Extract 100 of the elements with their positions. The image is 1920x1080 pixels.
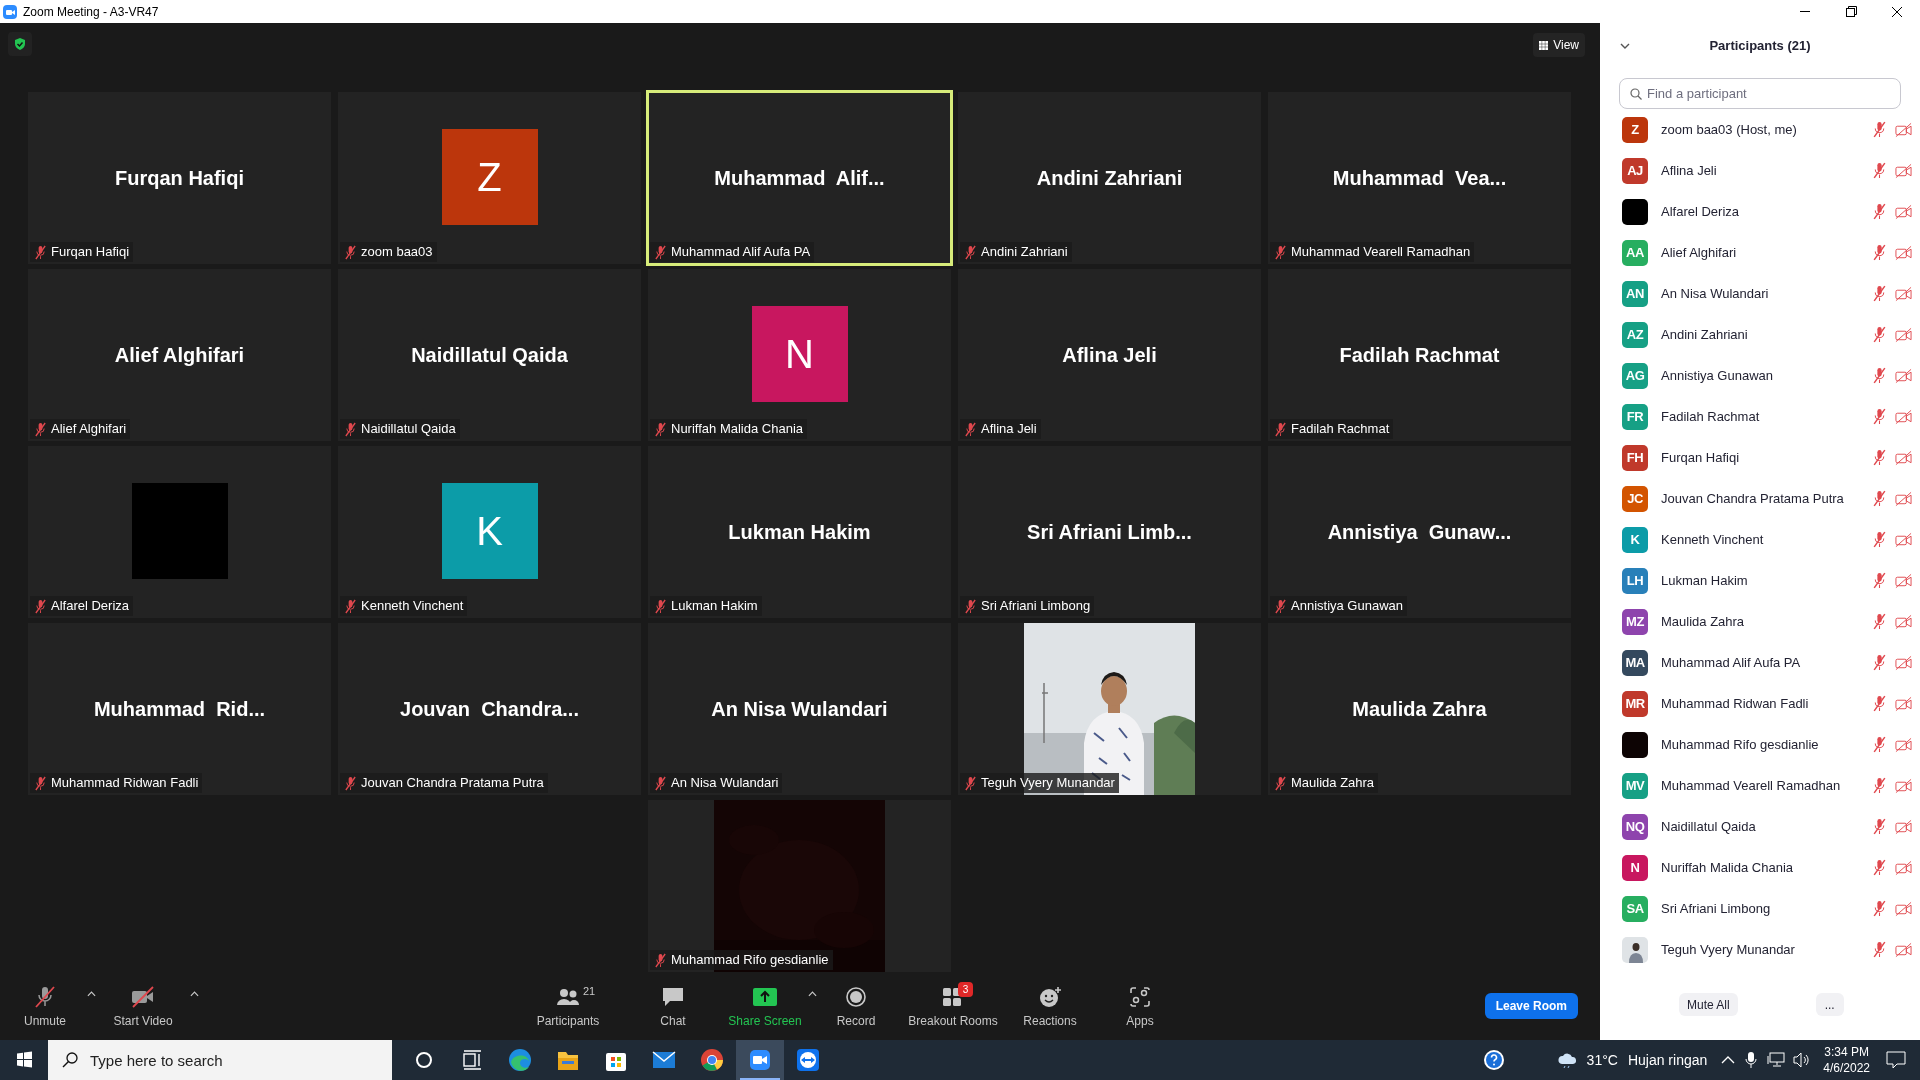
participant-name[interactable]: Andini Zahriani bbox=[1661, 324, 1748, 345]
muted-microphone-icon[interactable] bbox=[1872, 777, 1887, 794]
participant-name[interactable]: Muhammad Alif Aufa PA bbox=[1661, 652, 1801, 673]
muted-microphone-icon[interactable] bbox=[1872, 326, 1887, 343]
search-field[interactable]: Find a participant bbox=[1619, 78, 1901, 109]
participant-name[interactable]: Nuriffah Malida Chania bbox=[1661, 857, 1793, 878]
video-tile[interactable]: Furqan Hafiqi Furqan Hafiqi bbox=[28, 92, 331, 264]
video-off-icon[interactable] bbox=[1895, 162, 1912, 179]
view-button[interactable]: View bbox=[1533, 33, 1585, 57]
video-off-icon[interactable] bbox=[1895, 859, 1912, 876]
video-tile[interactable]: Muhammad Rid... Muhammad Ridwan Fadli bbox=[28, 623, 331, 795]
participant-name[interactable]: Furqan Hafiqi bbox=[1661, 447, 1740, 468]
video-off-icon[interactable] bbox=[1895, 244, 1912, 261]
muted-microphone-icon[interactable] bbox=[1872, 572, 1887, 589]
muted-microphone-icon[interactable] bbox=[1872, 695, 1887, 712]
video-off-icon[interactable] bbox=[1895, 285, 1912, 302]
muted-microphone-icon[interactable] bbox=[1872, 736, 1887, 753]
weather-temperature[interactable]: 31°C bbox=[1586, 1049, 1618, 1071]
participant-name[interactable]: Muhammad Rifo gesdianlie bbox=[1661, 734, 1819, 755]
video-tile[interactable]: An Nisa Wulandari An Nisa Wulandari bbox=[648, 623, 951, 795]
video-tile[interactable]: Annistiya Gunaw... Annistiya Gunawan bbox=[1268, 446, 1571, 618]
video-tile[interactable]: N Nuriffah Malida Chania bbox=[648, 269, 951, 441]
participant-name[interactable]: Lukman Hakim bbox=[1661, 570, 1748, 591]
muted-microphone-icon[interactable] bbox=[1872, 490, 1887, 507]
muted-microphone-icon[interactable] bbox=[1872, 859, 1887, 876]
video-off-icon[interactable] bbox=[1895, 326, 1912, 343]
video-off-icon[interactable] bbox=[1895, 695, 1912, 712]
weather-text[interactable]: Hujan ringan bbox=[1627, 1049, 1708, 1071]
muted-microphone-icon[interactable] bbox=[1872, 900, 1887, 917]
video-off-icon[interactable] bbox=[1895, 736, 1912, 753]
video-off-icon[interactable] bbox=[1895, 203, 1912, 220]
participant-name[interactable]: Teguh Vyery Munandar bbox=[1661, 939, 1795, 960]
video-off-icon[interactable] bbox=[1895, 408, 1912, 425]
participant-name[interactable]: zoom baa03 (Host, me) bbox=[1661, 119, 1797, 140]
participant-name[interactable]: Muhammad Ridwan Fadli bbox=[1661, 693, 1809, 714]
muted-microphone-icon[interactable] bbox=[1872, 449, 1887, 466]
video-tile[interactable]: Alief Alghifari Alief Alghifari bbox=[28, 269, 331, 441]
video-off-icon[interactable] bbox=[1895, 572, 1912, 589]
caret-icon[interactable] bbox=[190, 991, 199, 997]
muted-microphone-icon[interactable] bbox=[1872, 367, 1887, 384]
caret-up-icon[interactable] bbox=[1721, 1055, 1736, 1065]
participant-name[interactable]: Alfarel Deriza bbox=[1661, 201, 1740, 222]
collapse-icon[interactable] bbox=[1620, 43, 1630, 50]
video-off-icon[interactable] bbox=[1895, 818, 1912, 835]
mute-all-button[interactable]: Mute All bbox=[1679, 993, 1738, 1016]
muted-microphone-icon[interactable] bbox=[1872, 203, 1887, 220]
microphone-icon[interactable] bbox=[1745, 1051, 1758, 1069]
video-off-icon[interactable] bbox=[1895, 531, 1912, 548]
muted-microphone-icon[interactable] bbox=[1872, 121, 1887, 138]
clock-time[interactable]: 3:34 PM bbox=[1824, 1044, 1869, 1060]
notification-icon[interactable] bbox=[1886, 1051, 1906, 1069]
muted-microphone-icon[interactable] bbox=[1872, 162, 1887, 179]
toolbar-button[interactable]: Record bbox=[836, 985, 876, 1030]
zoom-app-icon[interactable] bbox=[736, 1040, 784, 1080]
video-off-icon[interactable] bbox=[1895, 367, 1912, 384]
video-off-icon[interactable] bbox=[1895, 613, 1912, 630]
muted-microphone-icon[interactable] bbox=[1872, 531, 1887, 548]
participant-name[interactable]: Aflina Jeli bbox=[1661, 160, 1717, 181]
more-button[interactable]: ... bbox=[1815, 993, 1844, 1016]
video-tile[interactable]: Muhammad Vea... Muhammad Vearell Ramadhan bbox=[1268, 92, 1571, 264]
muted-microphone-icon[interactable] bbox=[1872, 654, 1887, 671]
video-tile[interactable]: Sri Afriani Limb... Sri Afriani Limbong bbox=[958, 446, 1261, 618]
video-off-icon[interactable] bbox=[1895, 121, 1912, 138]
security-badge[interactable] bbox=[8, 32, 32, 56]
toolbar-button[interactable]: Unmute bbox=[24, 985, 66, 1030]
toolbar-button[interactable]: 21 Participants bbox=[536, 985, 600, 1030]
video-tile[interactable]: Alfarel Deriza bbox=[28, 446, 331, 618]
muted-microphone-icon[interactable] bbox=[1872, 285, 1887, 302]
video-off-icon[interactable] bbox=[1895, 449, 1912, 466]
muted-microphone-icon[interactable] bbox=[1872, 244, 1887, 261]
video-tile[interactable]: Teguh Vyery Munandar bbox=[958, 623, 1261, 795]
video-tile[interactable]: Z zoom baa03 bbox=[338, 92, 641, 264]
video-off-icon[interactable] bbox=[1895, 941, 1912, 958]
caret-icon[interactable] bbox=[808, 991, 817, 997]
taskbar-search-field[interactable]: Type here to search bbox=[48, 1040, 392, 1080]
video-off-icon[interactable] bbox=[1895, 654, 1912, 671]
muted-microphone-icon[interactable] bbox=[1872, 818, 1887, 835]
participant-name[interactable]: Sri Afriani Limbong bbox=[1661, 898, 1771, 919]
participant-name[interactable]: Kenneth Vinchent bbox=[1661, 529, 1764, 550]
video-off-icon[interactable] bbox=[1895, 490, 1912, 507]
caret-icon[interactable] bbox=[87, 991, 96, 997]
toolbar-button[interactable]: Chat bbox=[660, 985, 686, 1030]
video-tile[interactable]: Andini Zahriani Andini Zahriani bbox=[958, 92, 1261, 264]
participant-name[interactable]: Alief Alghifari bbox=[1661, 242, 1737, 263]
toolbar-button[interactable]: 3 Breakout Rooms bbox=[908, 985, 998, 1030]
toolbar-button[interactable]: Reactions bbox=[1023, 985, 1077, 1030]
video-tile[interactable]: K Kenneth Vinchent bbox=[338, 446, 641, 618]
participant-name[interactable]: An Nisa Wulandari bbox=[1661, 283, 1769, 304]
participant-name[interactable]: Fadilah Rachmat bbox=[1661, 406, 1760, 427]
video-tile[interactable]: Naidillatul Qaida Naidillatul Qaida bbox=[338, 269, 641, 441]
video-off-icon[interactable] bbox=[1895, 777, 1912, 794]
muted-microphone-icon[interactable] bbox=[1872, 408, 1887, 425]
network-icon[interactable] bbox=[1767, 1052, 1786, 1068]
speaker-icon[interactable] bbox=[1793, 1052, 1812, 1068]
toolbar-button[interactable]: Start Video bbox=[113, 985, 173, 1030]
video-off-icon[interactable] bbox=[1895, 900, 1912, 917]
participant-name[interactable]: Annistiya Gunawan bbox=[1661, 365, 1773, 386]
participant-name[interactable]: Maulida Zahra bbox=[1661, 611, 1745, 632]
toolbar-button[interactable]: Apps bbox=[1126, 985, 1154, 1030]
video-tile[interactable]: Maulida Zahra Maulida Zahra bbox=[1268, 623, 1571, 795]
